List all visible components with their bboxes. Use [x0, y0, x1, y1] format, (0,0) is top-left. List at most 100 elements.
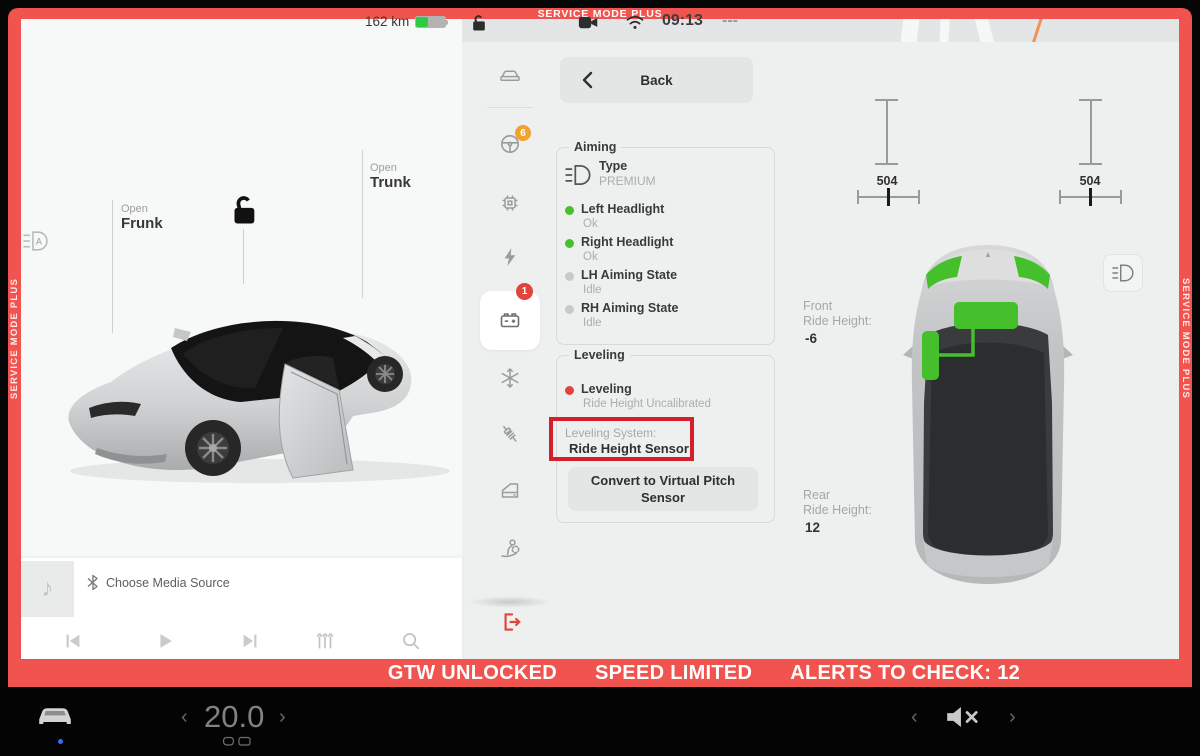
open-trunk-control[interactable]: Open Trunk — [370, 162, 411, 191]
chevron-left-icon — [580, 70, 596, 90]
rh-aiming-label: RH Aiming State — [581, 301, 678, 315]
sidebar-item-vehicle[interactable] — [498, 64, 522, 88]
vehicle-unlocked-icon[interactable] — [226, 192, 260, 228]
exit-service-icon[interactable] — [498, 609, 524, 635]
next-track-button[interactable] — [239, 630, 261, 652]
map-road — [1031, 19, 1043, 42]
front-ride-height: Front Ride Height: -6 — [803, 299, 872, 346]
trunk-action-label: Open — [370, 162, 411, 174]
battery-range: 162 km — [365, 14, 409, 29]
sidebar-item-suspension[interactable] — [498, 422, 522, 446]
svg-text:A: A — [36, 237, 43, 247]
camera-icon — [578, 15, 599, 30]
search-icon[interactable] — [400, 630, 422, 652]
leveling-status-dot — [565, 386, 574, 395]
taskbar: ‹ 20.0 › ••• 16 ★ — [0, 687, 1200, 756]
vehicle-rendering — [55, 272, 460, 487]
sidebar-item-airbag[interactable] — [498, 536, 522, 560]
equalizer-button[interactable] — [314, 630, 336, 652]
sidebar-item-controller[interactable] — [498, 191, 522, 215]
aiming-type-label: Type — [599, 159, 627, 173]
measure-right-cap-top — [1079, 99, 1102, 101]
media-player: ♪ Choose Media Source — [21, 558, 462, 659]
aiming-type-value: PREMIUM — [599, 174, 656, 188]
screen: SERVICE MODE PLUS SERVICE MODE PLUS SERV… — [0, 0, 1200, 756]
right-headlight-label: Right Headlight — [581, 235, 673, 249]
ruler-left-tick2 — [918, 190, 920, 204]
rh-aiming-value: Idle — [583, 317, 602, 329]
sidebar-item-high-voltage[interactable] — [498, 245, 522, 269]
volume-up-button[interactable]: › — [1009, 707, 1016, 727]
battery-icon — [415, 16, 446, 28]
frunk-label: Frunk — [121, 215, 163, 232]
left-headlight-status-dot — [565, 206, 574, 215]
measure-left-cap-bottom — [875, 163, 898, 165]
temp-decrease-button[interactable]: ‹ — [181, 707, 188, 727]
unlocked-icon — [469, 13, 489, 33]
leveling-status-label: Leveling — [581, 382, 632, 396]
measure-left-vline — [886, 100, 888, 164]
frunk-action-label: Open — [121, 203, 163, 215]
clock: 09:13 — [662, 12, 703, 30]
defrost-icons[interactable] — [222, 736, 252, 747]
lh-aiming-status-dot — [565, 272, 574, 281]
sidebar-item-hvac[interactable] — [498, 366, 522, 390]
convert-virtual-pitch-button[interactable]: Convert to Virtual Pitch Sensor — [568, 467, 758, 511]
service-mode-strip-right: SERVICE MODE PLUS — [1179, 19, 1192, 659]
steering-badge: 6 — [515, 125, 531, 141]
left-headlight-label: Left Headlight — [581, 202, 664, 216]
right-headlight-status-dot — [565, 239, 574, 248]
annotation-highlight-box — [549, 417, 694, 461]
auto-headlight-icon: A — [22, 229, 49, 253]
measure-right-value: 504 — [1070, 174, 1110, 188]
headlight-toggle-button[interactable] — [1103, 254, 1143, 292]
battery-badge: 1 — [516, 283, 533, 300]
gtw-status: GTW UNLOCKED — [388, 662, 557, 685]
leveling-legend: Leveling — [569, 348, 630, 362]
bluetooth-icon — [87, 574, 99, 591]
rh-aiming-status-dot — [565, 305, 574, 314]
temp-increase-button[interactable]: › — [279, 707, 286, 727]
volume-down-button[interactable]: ‹ — [911, 707, 918, 727]
ruler-right-tick1 — [1059, 190, 1061, 204]
map-road — [939, 19, 950, 42]
left-headlight-value: Ok — [583, 218, 598, 230]
back-label: Back — [640, 73, 672, 88]
previous-track-button[interactable] — [62, 630, 84, 652]
rear-ride-height-value: 12 — [803, 520, 872, 535]
front-ride-height-value: -6 — [803, 331, 872, 346]
rear-ride-height: Rear Ride Height: 12 — [803, 488, 872, 535]
alert-bar: GTW UNLOCKED SPEED LIMITED ALERTS TO CHE… — [8, 659, 1192, 687]
aiming-legend: Aiming — [569, 140, 621, 154]
sidebar-divider — [487, 107, 533, 108]
leveling-status-value: Ride Height Uncalibrated — [583, 398, 711, 410]
media-source-selector[interactable]: Choose Media Source — [87, 574, 230, 591]
map-strip — [462, 19, 1179, 42]
ruler-left-center-tick — [887, 188, 890, 206]
measure-right-vline — [1090, 100, 1092, 164]
volume-muted-icon[interactable] — [944, 704, 984, 730]
music-note-icon: ♪ — [42, 575, 54, 603]
trunk-label: Trunk — [370, 174, 411, 191]
sidebar-scroll-shadow — [468, 596, 552, 608]
lh-aiming-value: Idle — [583, 284, 602, 296]
open-frunk-control[interactable]: Open Frunk — [121, 203, 163, 232]
sidebar-item-door[interactable] — [498, 479, 522, 503]
play-button[interactable] — [154, 630, 176, 652]
headlight-icon — [564, 163, 592, 187]
map-road — [974, 19, 995, 42]
service-mode-strip-left: SERVICE MODE PLUS — [8, 19, 21, 659]
lh-aiming-label: LH Aiming State — [581, 268, 677, 282]
battery-icon — [498, 308, 522, 332]
ruler-right-center-tick — [1089, 188, 1092, 206]
measure-right-cap-bottom — [1079, 163, 1102, 165]
back-button[interactable]: Back — [560, 57, 753, 103]
speed-status: SPEED LIMITED — [595, 662, 752, 685]
status-placeholder: --- — [722, 12, 738, 30]
aiming-section: Aiming Type PREMIUM Left Headlight Ok Ri… — [556, 147, 775, 345]
temperature-display[interactable]: 20.0 — [204, 699, 264, 735]
vehicle-status-button[interactable] — [36, 698, 74, 728]
ruler-left-tick1 — [857, 190, 859, 204]
vehicle-topdown-rendering — [902, 243, 1074, 588]
alerts-count: ALERTS TO CHECK: 12 — [790, 662, 1020, 685]
